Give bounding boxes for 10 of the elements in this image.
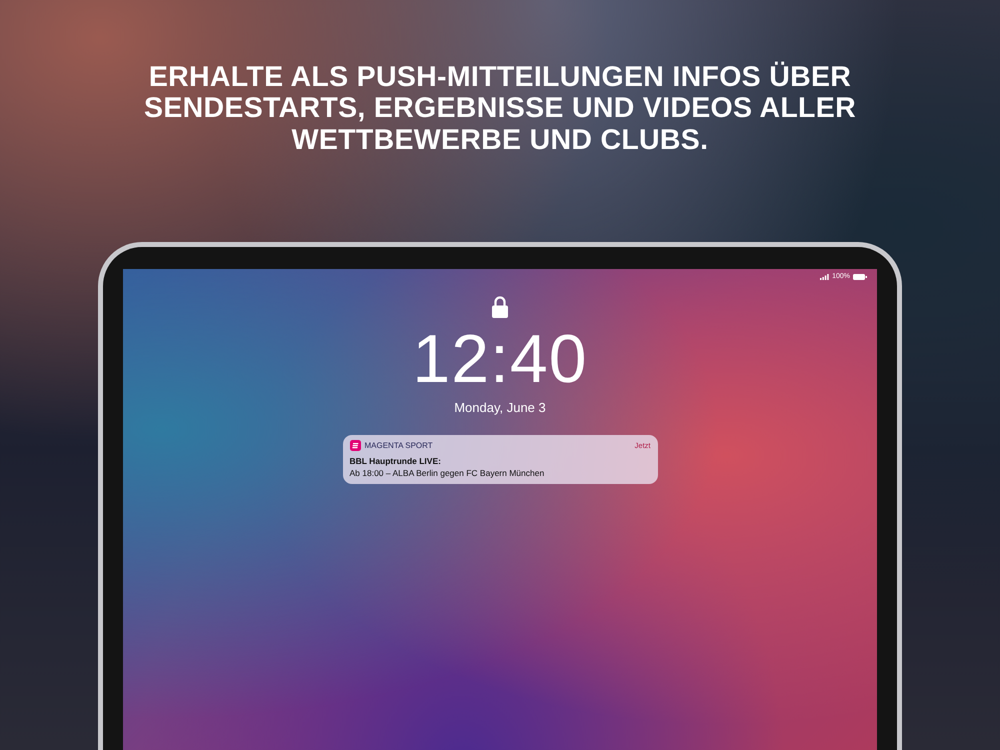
clock-time: 12:40 xyxy=(412,320,588,398)
notification-body: Ab 18:00 – ALBA Berlin gegen FC Bayern München xyxy=(350,468,546,478)
signal-icon xyxy=(820,274,830,280)
app-icon xyxy=(350,440,360,452)
headline: ERHALTE ALS PUSH-MITTEILUNGEN INFOS ÜBER SENDESTARTS, ERGEBNISSE UND VIDEOS ALLER WETTBEWERBE UND CLUBS. xyxy=(143,62,857,156)
lock-icon xyxy=(492,296,508,318)
date-label: Monday, June 3 xyxy=(454,400,546,416)
app-name: MAGENTA SPORT xyxy=(364,441,434,450)
notification-title: BBL Hauptrunde LIVE: xyxy=(350,456,442,466)
battery-icon xyxy=(853,274,867,280)
